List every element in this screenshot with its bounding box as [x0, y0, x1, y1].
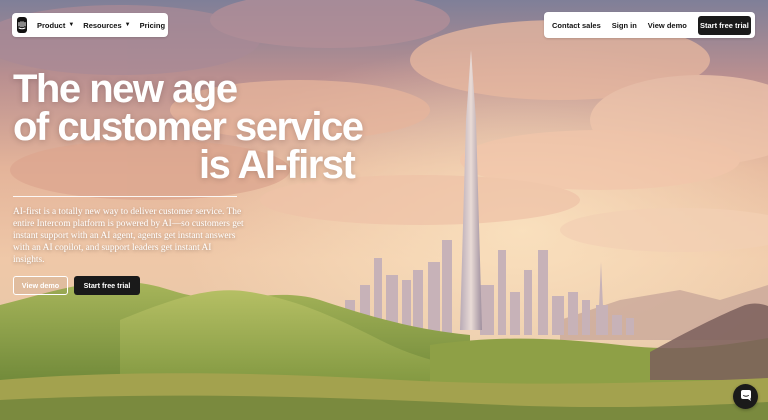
view-demo-link[interactable]: View demo: [648, 21, 687, 30]
primary-nav: Product ▼ Resources ▼ Pricing: [12, 13, 168, 37]
hero-cta-row: View demo Start free trial: [13, 276, 140, 295]
nav-product-label: Product: [37, 20, 66, 30]
intercom-logo-icon[interactable]: [17, 17, 27, 33]
hero-view-demo-button[interactable]: View demo: [13, 276, 68, 295]
headline-line-1: The new age: [13, 67, 238, 111]
sign-in-link[interactable]: Sign in: [612, 21, 637, 30]
nav-pricing-label: Pricing: [139, 20, 166, 30]
chat-launcher-button[interactable]: [733, 384, 758, 409]
nav-resources[interactable]: Resources ▼: [83, 21, 130, 30]
headline-line-3: is AI-first: [199, 143, 356, 187]
hero-subtext: AI-first is a totally new way to deliver…: [13, 207, 244, 265]
nav-resources-label: Resources: [83, 20, 122, 30]
hero-divider: [13, 196, 237, 197]
contact-sales-link[interactable]: Contact sales: [552, 21, 601, 30]
headline-line-2: of customer service: [13, 105, 364, 149]
nav-product[interactable]: Product ▼: [37, 21, 74, 30]
secondary-nav: Contact sales Sign in View demo Start fr…: [544, 12, 755, 38]
hero-headline: The new age of customer service is AI-fi…: [13, 67, 373, 187]
chevron-down-icon: ▼: [68, 22, 75, 28]
chat-bubble-icon: [740, 388, 752, 406]
chevron-down-icon: ▼: [124, 22, 131, 28]
start-free-trial-button[interactable]: Start free trial: [697, 15, 751, 35]
hero-start-free-trial-button[interactable]: Start free trial: [74, 276, 140, 295]
nav-pricing[interactable]: Pricing: [140, 21, 165, 30]
hero-section: Product ▼ Resources ▼ Pricing Contact sa…: [0, 0, 768, 420]
